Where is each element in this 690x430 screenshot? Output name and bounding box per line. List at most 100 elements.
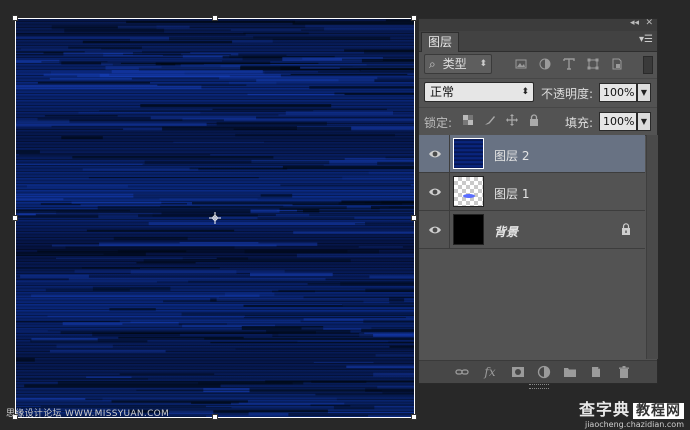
lock-image-icon[interactable] bbox=[484, 114, 496, 126]
layer-thumbnail[interactable] bbox=[453, 176, 484, 207]
link-layers-icon[interactable] bbox=[455, 365, 469, 379]
opacity-input[interactable]: 100% bbox=[599, 83, 637, 102]
texture-streak bbox=[342, 304, 415, 307]
watermark-right: 查字典 教程网 jiaocheng.chazidian.com bbox=[579, 396, 684, 429]
texture-streak bbox=[16, 119, 70, 123]
updown-chevron-icon: ⬍ bbox=[521, 87, 529, 97]
layer-name[interactable]: 背景 bbox=[494, 223, 518, 240]
texture-streak bbox=[15, 329, 48, 332]
opacity-label: 不透明度: bbox=[541, 87, 594, 101]
new-layer-icon[interactable] bbox=[589, 365, 603, 379]
texture-streak bbox=[181, 312, 415, 317]
transform-handle-left[interactable] bbox=[12, 215, 18, 221]
texture-streak bbox=[81, 267, 220, 269]
transform-handle-top-right[interactable] bbox=[411, 15, 417, 21]
close-panel-icon[interactable]: ✕ bbox=[645, 18, 653, 28]
lock-all-icon[interactable] bbox=[528, 114, 540, 126]
texture-streak bbox=[109, 308, 156, 311]
texture-streak bbox=[24, 384, 221, 388]
texture-streak bbox=[303, 209, 415, 213]
texture-streak bbox=[15, 281, 157, 283]
fx-icon[interactable]: fx bbox=[483, 365, 497, 379]
group-folder-icon[interactable] bbox=[563, 365, 577, 379]
adjustment-filter-icon[interactable] bbox=[539, 58, 551, 70]
texture-streak bbox=[19, 378, 149, 380]
layer-thumbnail[interactable] bbox=[453, 214, 484, 245]
texture-streak bbox=[188, 280, 415, 283]
texture-streak bbox=[228, 81, 277, 85]
texture-streak bbox=[182, 55, 230, 58]
transform-handle-bottom-right[interactable] bbox=[411, 414, 417, 420]
layer-row-1[interactable]: 图层 1 bbox=[419, 173, 645, 211]
texture-streak bbox=[159, 198, 258, 200]
transform-handle-top[interactable] bbox=[212, 15, 218, 21]
smart-object-filter-icon[interactable] bbox=[611, 58, 623, 70]
document-canvas[interactable] bbox=[12, 15, 417, 420]
transform-handle-top-left[interactable] bbox=[12, 15, 18, 21]
texture-streak bbox=[15, 54, 231, 56]
eye-visibility-icon[interactable] bbox=[428, 223, 442, 237]
eye-visibility-icon[interactable] bbox=[428, 185, 442, 199]
adjustment-layer-icon[interactable] bbox=[537, 365, 551, 379]
texture-streak bbox=[15, 357, 35, 362]
texture-streak bbox=[169, 410, 214, 414]
blend-row: 正常 ⬍ 不透明度: 100% ▼ bbox=[419, 78, 657, 107]
texture-streak bbox=[21, 48, 102, 50]
transform-center-crosshair-icon[interactable] bbox=[209, 212, 221, 224]
add-mask-icon[interactable] bbox=[511, 365, 525, 379]
filter-kind-select[interactable]: ⌕ 类型 ⬍ bbox=[424, 54, 492, 74]
texture-streak bbox=[49, 350, 166, 353]
texture-streak bbox=[311, 380, 367, 383]
layer-row-2[interactable]: 图层 2 bbox=[419, 135, 645, 173]
layer-name[interactable]: 图层 1 bbox=[494, 185, 529, 202]
image-filter-icon[interactable] bbox=[515, 58, 527, 70]
fill-dropdown-button[interactable]: ▼ bbox=[637, 112, 651, 131]
row-divider bbox=[449, 211, 450, 248]
row-divider bbox=[449, 173, 450, 210]
layer-thumbnail[interactable] bbox=[453, 138, 484, 169]
texture-streak bbox=[20, 274, 89, 278]
texture-streak bbox=[15, 194, 261, 197]
layers-scrollbar[interactable] bbox=[646, 135, 658, 359]
texture-streak bbox=[313, 361, 374, 363]
lock-transparent-icon[interactable] bbox=[462, 114, 474, 126]
filter-toggle-switch[interactable] bbox=[643, 56, 653, 74]
tab-layers[interactable]: 图层 bbox=[421, 32, 460, 52]
texture-streak bbox=[121, 62, 319, 64]
eye-visibility-icon[interactable] bbox=[428, 147, 442, 161]
layer-row-background[interactable]: 背景 bbox=[419, 211, 645, 249]
texture-streak bbox=[364, 49, 415, 54]
row-divider bbox=[449, 135, 450, 172]
collapse-panel-icon[interactable]: ◂◂ bbox=[630, 18, 639, 28]
panel-resize-grip[interactable] bbox=[529, 384, 549, 389]
trash-icon[interactable] bbox=[617, 365, 631, 379]
texture-streak bbox=[71, 201, 162, 204]
texture-streak bbox=[290, 73, 408, 75]
texture-streak bbox=[99, 110, 314, 112]
lock-position-icon[interactable] bbox=[506, 114, 518, 126]
transform-handle-bottom[interactable] bbox=[212, 414, 218, 420]
watermark-right-main: 查字典 教程网 bbox=[579, 396, 684, 420]
texture-streak bbox=[373, 372, 415, 377]
texture-streak bbox=[26, 185, 128, 188]
shape-filter-icon[interactable] bbox=[587, 58, 599, 70]
texture-streak bbox=[375, 354, 415, 357]
blend-mode-select[interactable]: 正常 ⬍ bbox=[424, 82, 534, 102]
panel-menu-icon[interactable]: ▾☰ bbox=[639, 34, 653, 45]
fill-input[interactable]: 100% bbox=[599, 112, 637, 131]
texture-streak bbox=[364, 201, 415, 204]
updown-chevron-icon: ⬍ bbox=[479, 59, 487, 69]
texture-streak bbox=[249, 388, 415, 393]
texture-streak bbox=[293, 231, 415, 234]
texture-streak bbox=[162, 126, 352, 131]
texture-streak bbox=[15, 398, 86, 400]
opacity-dropdown-button[interactable]: ▼ bbox=[637, 83, 651, 102]
transform-handle-right[interactable] bbox=[411, 215, 417, 221]
texture-streak bbox=[324, 27, 415, 31]
layer-name[interactable]: 图层 2 bbox=[494, 147, 529, 164]
texture-streak bbox=[144, 160, 330, 165]
type-filter-icon[interactable] bbox=[563, 58, 575, 70]
texture-streak bbox=[235, 133, 395, 137]
texture-streak bbox=[86, 376, 132, 378]
texture-streak bbox=[382, 392, 415, 394]
